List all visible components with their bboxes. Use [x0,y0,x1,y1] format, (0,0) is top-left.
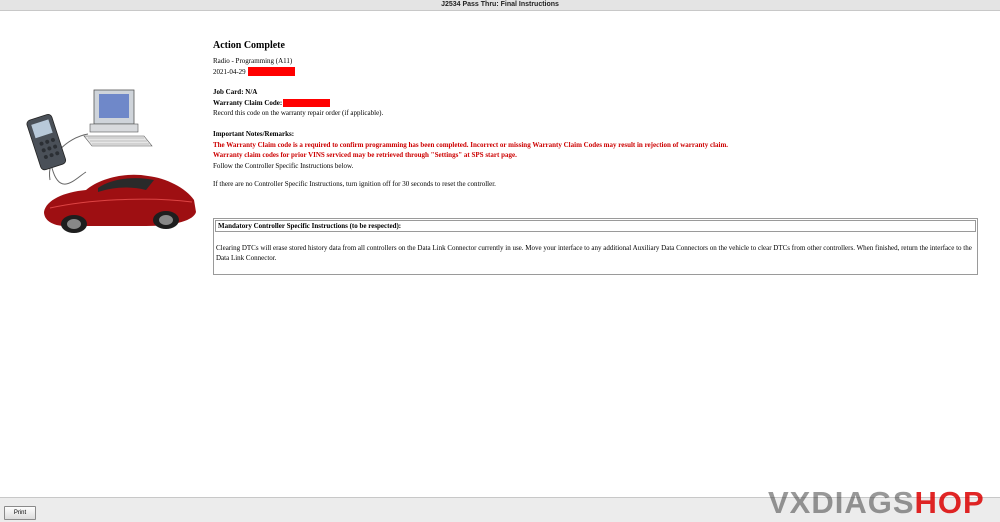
date-row: 2021-04-29 [213,67,980,78]
date-text: 2021-04-29 [213,67,246,76]
redacted-warranty-code [283,99,331,108]
warning-text-1: The Warranty Claim code is a required to… [213,140,729,149]
ignition-note: If there are no Controller Specific Inst… [213,180,496,189]
redacted-block [247,67,295,77]
watermark-logo: VXDIAGSHOP [768,486,985,520]
follow-note: Follow the Controller Specific Instructi… [213,161,354,170]
scan-tool-icon [26,114,67,171]
job-card: Job Card: N/A [213,88,258,97]
instructions-box-body: Clearing DTCs will erase stored history … [216,244,972,262]
warranty-code-label: Warranty Claim Code: [213,98,283,107]
window-title: J2534 Pass Thru: Final Instructions [0,0,1000,11]
warranty-code-row: Warranty Claim Code: [213,98,980,109]
warning-text-2: Warranty claim codes for prior VINS serv… [213,151,517,160]
computer-icon [83,89,153,147]
notes-heading: Important Notes/Remarks: [213,129,295,138]
controller-instructions-box: Mandatory Controller Specific Instructio… [213,218,978,275]
instructions-box-header: Mandatory Controller Specific Instructio… [215,220,976,232]
page-title: Action Complete [213,40,285,51]
record-note: Record this code on the warranty repair … [213,109,384,118]
module-subtitle: Radio - Programming (A11) [213,57,293,65]
final-instructions-content: Action Complete Radio - Programming (A11… [213,40,980,190]
print-button[interactable]: Print [4,506,36,520]
car-scan-tool-computer-illustration [26,89,196,233]
